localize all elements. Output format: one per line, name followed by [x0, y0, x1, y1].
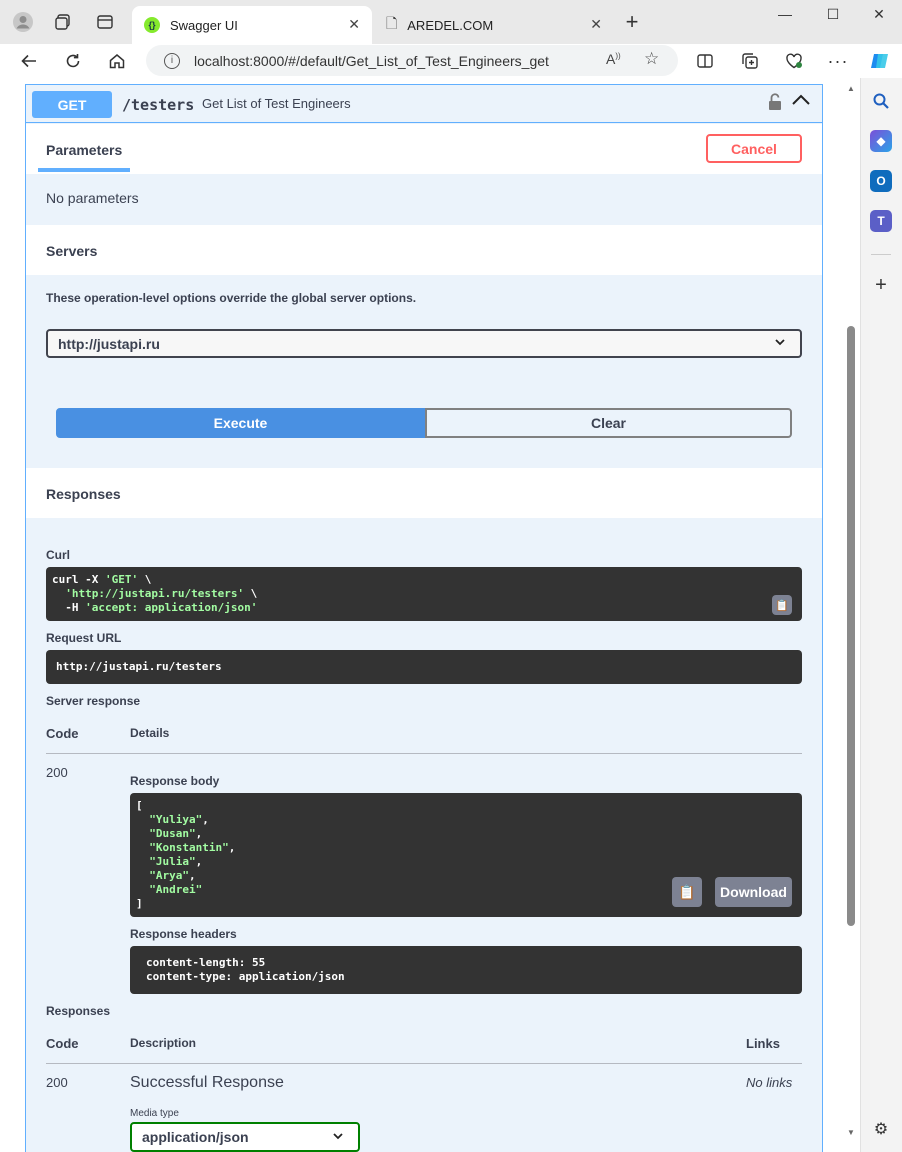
more-options-icon[interactable]: ··· — [825, 48, 851, 74]
maximize-icon[interactable]: ☐ — [810, 6, 856, 28]
tab-title: AREDEL.COM — [407, 17, 494, 33]
parameters-tab[interactable]: Parameters — [46, 142, 122, 158]
cancel-button[interactable]: Cancel — [706, 134, 802, 163]
server-response-label: Server response — [46, 694, 141, 708]
navigation-bar: i localhost:8000/#/default/Get_List_of_T… — [0, 44, 902, 78]
chevron-down-icon — [332, 1130, 344, 1145]
method-badge: GET — [32, 91, 112, 118]
scroll-down-arrow-icon[interactable]: ▼ — [845, 1128, 857, 1137]
operation-description: Get List of Test Engineers — [202, 96, 351, 111]
settings-gear-icon[interactable]: ⚙ — [870, 1118, 892, 1140]
servers-header: Servers — [26, 225, 822, 275]
chevron-up-icon[interactable] — [791, 91, 811, 112]
operation-block: GET /testers Get List of Test Engineers … — [25, 84, 823, 1152]
servers-title: Servers — [46, 243, 98, 259]
site-info-icon[interactable]: i — [164, 52, 180, 69]
copilot-sidebar-icon[interactable]: ◆ — [870, 130, 892, 152]
teams-icon[interactable]: T — [870, 210, 892, 232]
collections-icon[interactable] — [737, 48, 763, 74]
page-icon: 🗋 — [386, 15, 398, 31]
copilot-icon[interactable] — [867, 48, 893, 74]
copy-to-clipboard-icon[interactable]: 📋 — [772, 595, 792, 615]
curl-label: Curl — [46, 548, 70, 562]
server-select[interactable]: http://justapi.ru — [46, 329, 802, 358]
server-select-value: http://justapi.ru — [58, 335, 160, 352]
outlook-icon[interactable]: O — [870, 170, 892, 192]
no-parameters-text: No parameters — [46, 190, 139, 206]
links-header: Links — [746, 1036, 780, 1051]
tab-aredel[interactable]: 🗋 AREDEL.COM ✕ — [374, 6, 614, 44]
response-headers-label: Response headers — [130, 927, 237, 941]
search-icon[interactable] — [870, 90, 892, 112]
home-icon[interactable] — [104, 48, 130, 74]
responses-title: Responses — [46, 486, 121, 502]
close-tab-icon[interactable]: ✕ — [348, 16, 360, 33]
new-tab-icon[interactable]: + — [620, 9, 644, 34]
operation-path: /testers — [122, 96, 195, 114]
details-header: Details — [130, 726, 170, 740]
media-type-label: Media type — [130, 1108, 179, 1119]
minimize-icon[interactable]: — — [762, 6, 808, 28]
chevron-down-icon — [774, 336, 786, 351]
favorite-star-icon[interactable]: ☆ — [644, 49, 659, 69]
documented-code: 200 — [46, 1075, 68, 1090]
documented-description: Successful Response — [130, 1074, 284, 1091]
responses-header: Responses — [26, 468, 822, 518]
scrollbar-thumb[interactable] — [847, 326, 855, 926]
workspaces-icon[interactable] — [51, 10, 75, 34]
close-tab-icon[interactable]: ✕ — [590, 16, 602, 33]
code-header: Code — [46, 1036, 79, 1051]
url-text: localhost:8000/#/default/Get_List_of_Tes… — [194, 52, 549, 69]
tab-bar: {} Swagger UI ✕ 🗋 AREDEL.COM ✕ + — ☐ ✕ — [0, 0, 902, 44]
read-aloud-icon[interactable]: A)) — [606, 51, 621, 67]
request-url-label: Request URL — [46, 631, 122, 645]
split-screen-icon[interactable] — [692, 48, 718, 74]
refresh-icon[interactable] — [60, 48, 86, 74]
media-type-value: application/json — [142, 1129, 249, 1145]
tab-title: Swagger UI — [170, 17, 238, 33]
table-divider — [46, 753, 802, 754]
tab-swagger-ui[interactable]: {} Swagger UI ✕ — [132, 6, 372, 44]
sidebar-divider — [871, 254, 891, 255]
operation-summary[interactable]: GET /testers Get List of Test Engineers — [26, 85, 822, 123]
response-body-label: Response body — [130, 774, 220, 788]
scroll-up-arrow-icon[interactable]: ▲ — [845, 84, 857, 93]
tab-underline — [38, 168, 130, 172]
close-window-icon[interactable]: ✕ — [856, 6, 902, 28]
unlock-icon[interactable] — [767, 93, 783, 115]
tab-actions-icon[interactable] — [93, 10, 117, 34]
no-links-text: No links — [746, 1075, 793, 1090]
request-url-block[interactable]: http://justapi.ru/testers — [46, 650, 802, 684]
execute-button[interactable]: Execute — [56, 408, 425, 438]
response-headers-block[interactable]: content-length: 55 content-type: applica… — [130, 946, 802, 994]
clear-button[interactable]: Clear — [425, 408, 792, 438]
parameters-header: Parameters Cancel — [26, 124, 822, 174]
address-bar[interactable]: i localhost:8000/#/default/Get_List_of_T… — [146, 45, 678, 76]
code-header: Code — [46, 726, 79, 741]
swagger-favicon-icon: {} — [144, 17, 160, 33]
profile-icon[interactable] — [11, 10, 35, 34]
download-button[interactable]: Download — [715, 877, 792, 907]
table-divider — [46, 1063, 802, 1064]
description-header: Description — [130, 1036, 197, 1050]
media-type-select[interactable]: application/json — [130, 1122, 360, 1152]
add-icon[interactable]: + — [870, 274, 892, 296]
response-code: 200 — [46, 765, 68, 780]
documented-responses-title: Responses — [46, 1004, 111, 1018]
edge-sidebar: ◆ O T + ⚙ — [860, 78, 902, 1152]
curl-code-block[interactable]: curl -X 'GET' \ 'http://justapi.ru/teste… — [46, 567, 802, 621]
back-icon[interactable] — [16, 48, 42, 74]
browser-essentials-icon[interactable] — [781, 48, 807, 74]
servers-note: These operation-level options override t… — [46, 291, 417, 305]
copy-response-icon[interactable]: 📋 — [672, 877, 702, 907]
